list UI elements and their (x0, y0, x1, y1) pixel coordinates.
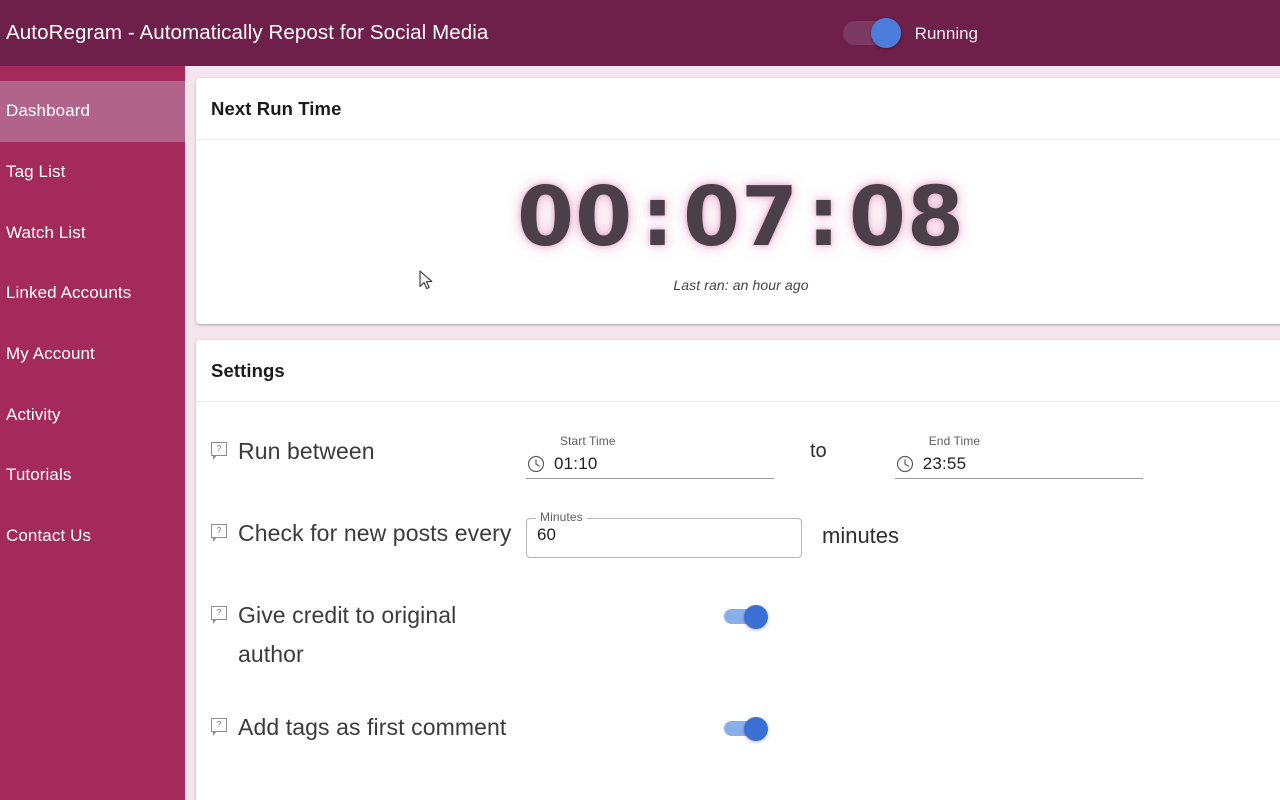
running-toggle-switch[interactable] (842, 18, 901, 48)
next-run-time-card-header: Next Run Time (196, 78, 1280, 140)
minutes-unit-label: minutes (822, 523, 900, 548)
help-tooltip-icon-bubble: ? (211, 718, 227, 732)
start-time-field[interactable]: Start Time (526, 432, 774, 479)
sidebar-item-label: Activity (6, 404, 61, 424)
check-interval-label: Check for new posts every (238, 520, 512, 546)
run-between-label-group: ? Run between (211, 432, 526, 471)
sidebar-item-tutorials[interactable]: Tutorials (0, 445, 185, 506)
run-between-conjunction: to (810, 440, 827, 462)
end-time-input[interactable] (922, 454, 1113, 474)
settings-card: Settings ? Run between Start Time 01:10 … (196, 340, 1280, 800)
start-time-input[interactable] (554, 454, 744, 474)
app-header-bar: AutoRegram - Automatically Repost for So… (0, 0, 1280, 66)
sidebar-item-contact-us[interactable]: Contact Us (0, 506, 185, 567)
sidebar-nav: Dashboard Tag List Watch List Linked Acc… (0, 61, 185, 800)
help-tooltip-icon-bubble: ? (211, 442, 227, 456)
minutes-field[interactable]: Minutes (526, 510, 802, 558)
help-tooltip-icon[interactable]: ? (211, 606, 227, 625)
add-tags-comment-toggle[interactable] (724, 717, 768, 741)
help-tooltip-icon-tail (213, 619, 217, 624)
header-status-group: Running (842, 18, 978, 48)
help-tooltip-icon-tail (213, 537, 217, 542)
clock-icon[interactable] (526, 454, 546, 474)
end-time-field[interactable]: End Time (894, 432, 1143, 479)
run-between-label: Run between (238, 438, 375, 464)
help-tooltip-icon-tail (213, 731, 217, 736)
sidebar-item-label: My Account (6, 344, 95, 364)
give-credit-toggle-cell (724, 596, 768, 629)
last-ran-text: Last ran: an hour ago (673, 276, 809, 293)
sidebar-item-tag-list[interactable]: Tag List (0, 142, 185, 203)
sidebar-item-my-account[interactable]: My Account (0, 324, 185, 385)
settings-body: ? Run between Start Time 01:10 to End Ti… (196, 402, 1280, 776)
start-time-field-label: Start Time (560, 434, 616, 448)
settings-title: Settings (211, 359, 285, 381)
minutes-input[interactable] (537, 525, 777, 545)
sidebar-item-label: Linked Accounts (6, 283, 132, 303)
countdown-separator-1: : (641, 169, 675, 265)
add-tags-comment-label: Add tags as first comment (238, 714, 507, 740)
sidebar-item-activity[interactable]: Activity (0, 384, 185, 445)
sidebar-item-label: Tag List (6, 162, 66, 182)
setting-row-run-between: ? Run between Start Time 01:10 to End Ti… (211, 432, 1280, 480)
give-credit-toggle[interactable] (724, 605, 768, 629)
help-tooltip-icon-tail (213, 455, 217, 460)
running-toggle-label: Running (914, 23, 978, 43)
sidebar-item-watch-list[interactable]: Watch List (0, 202, 185, 263)
help-tooltip-icon-bubble: ? (211, 606, 227, 620)
sidebar-item-linked-accounts[interactable]: Linked Accounts (0, 263, 185, 324)
app-root: AutoRegram - Automatically Repost for So… (0, 0, 1280, 800)
help-tooltip-icon-bubble: ? (211, 524, 227, 538)
countdown-separator-2: : (807, 169, 841, 265)
start-time-field-row (526, 450, 774, 479)
next-run-time-title: Next Run Time (211, 97, 342, 119)
sidebar-item-dashboard[interactable]: Dashboard (0, 81, 185, 142)
end-time-field-row (894, 450, 1143, 479)
setting-row-add-tags-comment: ? Add tags as first comment (211, 708, 1280, 756)
help-tooltip-icon[interactable]: ? (211, 442, 227, 461)
help-tooltip-icon[interactable]: ? (211, 524, 227, 543)
countdown-seconds: 08 (848, 169, 965, 265)
check-interval-label-group: ? Check for new posts every (211, 514, 526, 553)
give-credit-label-group: ? Give credit to original author (211, 596, 526, 674)
countdown-minutes: 07 (682, 169, 800, 265)
sidebar-item-label: Tutorials (6, 465, 72, 485)
give-credit-label: Give credit to original author (238, 602, 457, 667)
sidebar-item-label: Watch List (6, 222, 86, 242)
settings-card-header: Settings (196, 340, 1280, 402)
add-tags-comment-toggle-thumb (744, 717, 768, 741)
add-tags-comment-label-group: ? Add tags as first comment (211, 708, 526, 747)
main-content: Next Run Time 00:07:08 Last ran: an hour… (185, 66, 1280, 800)
minutes-field-label: Minutes (536, 510, 587, 525)
help-tooltip-icon[interactable]: ? (211, 718, 227, 737)
app-title: AutoRegram - Automatically Repost for So… (6, 20, 489, 44)
setting-row-give-credit: ? Give credit to original author (211, 596, 1280, 674)
countdown-timer: 00:07:08 Last ran: an hour ago (196, 140, 1280, 323)
countdown-digits: 00:07:08 (517, 176, 965, 259)
countdown-hours: 00 (517, 169, 634, 265)
give-credit-toggle-thumb (744, 605, 768, 629)
add-tags-comment-toggle-cell (724, 708, 768, 741)
end-time-field-label: End Time (928, 434, 981, 448)
clock-icon[interactable] (895, 454, 915, 474)
next-run-time-card: Next Run Time 00:07:08 Last ran: an hour… (196, 78, 1280, 324)
sidebar-item-label: Contact Us (6, 526, 92, 546)
setting-row-check-interval: ? Check for new posts every Minutes minu… (211, 510, 1280, 562)
sidebar-item-label: Dashboard (6, 101, 91, 121)
running-toggle-thumb (870, 18, 901, 48)
